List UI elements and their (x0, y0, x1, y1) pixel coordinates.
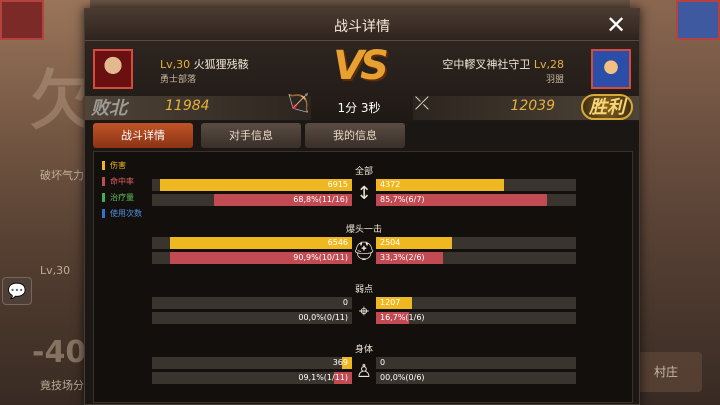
right-damage-bar: 4372 (376, 179, 576, 191)
legend-label: 命中率 (110, 177, 134, 186)
chat-icon: 💬 (7, 282, 27, 300)
left-damage-bar-fill (160, 179, 352, 191)
right-player-level: Lv,28 (533, 58, 564, 71)
right-player-avatar[interactable] (591, 49, 631, 89)
right-damage-bar-value: 0 (380, 358, 386, 367)
right-hit-bar: 00,0%(0/6) (376, 372, 576, 384)
right-hit-bar: 33,3%(2/6) (376, 252, 576, 264)
section-label: 身体 (354, 345, 373, 355)
left-hit-bar-value: 09,1%(1/11) (298, 373, 348, 382)
section-label: 全部 (354, 167, 373, 177)
left-result-badge: 败北 (91, 98, 127, 119)
title-bar: 战斗详情 ✕ (85, 9, 639, 41)
left-player-title: Lv,30 火狐狸残骸 (160, 56, 249, 72)
right-hit-bar-value: 33,3%(2/6) (380, 253, 425, 262)
close-icon: ✕ (605, 11, 627, 39)
left-damage-bar-value: 369 (332, 358, 348, 367)
village-button[interactable]: 村庄 (630, 352, 702, 392)
match-duration: 1分 3秒 (337, 101, 381, 115)
background-avatar-left (0, 0, 44, 40)
match-header: Lv,30 火狐狸残骸 勇士部落 败北 11984 🏹 VS 1分 3秒 ⤫ 空… (85, 41, 639, 121)
tab-battle-details[interactable]: 战斗详情 (93, 123, 193, 148)
left-hit-bar-value: 68,8%(11/16) (293, 195, 348, 204)
background-side-text: 破坏气力 (40, 169, 84, 182)
arrow-updown-icon: ↕ (356, 183, 372, 204)
left-hit-bar: 00,0%(0/11) (152, 312, 352, 324)
left-hit-bar-value: 00,0%(0/11) (298, 313, 348, 322)
right-hit-bar: 16,7%(1/6) (376, 312, 576, 324)
left-player-name: 火狐狸残骸 (193, 58, 249, 71)
left-hit-bar: 68,8%(11/16) (152, 194, 352, 206)
right-hit-bar-value: 85,7%(6/7) (380, 195, 425, 204)
left-player-score: 11984 (165, 98, 210, 114)
helmet-icon: ⛑ (352, 241, 376, 262)
close-button[interactable]: ✕ (601, 11, 631, 39)
left-damage-bar-value: 0 (342, 298, 348, 307)
right-damage-bar: 1207 (376, 297, 576, 309)
background-minus-text: -40 (32, 335, 87, 370)
left-player-guild: 勇士部落 (160, 75, 197, 85)
legend-swatch (102, 193, 105, 202)
left-hit-bar-value: 90,9%(10/11) (293, 253, 348, 262)
left-hit-bar: 90,9%(10/11) (152, 252, 352, 264)
legend-swatch (102, 209, 105, 218)
right-hit-bar-value: 16,7%(1/6) (380, 313, 425, 322)
left-hit-bar: 09,1%(1/11) (152, 372, 352, 384)
left-damage-bar-value: 6915 (327, 180, 348, 189)
right-player-guild: 羽盟 (545, 75, 564, 85)
right-result-badge: 胜利 (581, 94, 633, 120)
right-damage-bar-value: 2504 (380, 238, 401, 247)
right-damage-bar-value: 1207 (380, 298, 401, 307)
chat-button[interactable]: 💬 (2, 277, 32, 305)
panel-title: 战斗详情 (334, 19, 390, 35)
target-icon: ⌖ (358, 301, 370, 322)
left-damage-bar-value: 6546 (327, 238, 348, 247)
legend-label: 使用次数 (110, 209, 142, 218)
bow-icon: 🏹 (287, 93, 310, 114)
battle-detail-panel: 战斗详情 ✕ Lv,30 火狐狸残骸 勇士部落 败北 11984 🏹 VS 1分… (84, 8, 640, 405)
left-damage-bar-fill (170, 237, 352, 249)
right-hit-bar: 85,7%(6/7) (376, 194, 576, 206)
body-icon: ♙ (355, 361, 373, 382)
legend-label: 治疗量 (110, 193, 134, 202)
left-damage-bar: 0 (152, 297, 352, 309)
crossbow-icon: ⤫ (414, 93, 430, 114)
left-player-level: Lv,30 (160, 58, 191, 71)
legend-swatch (102, 161, 105, 170)
section-label: 爆头一击 (345, 225, 382, 235)
left-damage-bar: 6915 (152, 179, 352, 191)
tab-my-info[interactable]: 我的信息 (305, 123, 405, 148)
tab-opponent-info[interactable]: 对手信息 (201, 123, 301, 148)
right-player-score: 12039 (510, 98, 555, 114)
legend-item: 使用次数 (102, 208, 212, 219)
legend: 伤害 命中率 治疗量 使用次数 (102, 160, 212, 224)
section-label: 弱点 (354, 285, 373, 295)
stats-panel: 伤害 命中率 治疗量 使用次数 全部 ↕ 6915 68,8%(11/16) 4372 8… (93, 151, 633, 403)
legend-label: 伤害 (110, 161, 126, 170)
right-damage-bar: 2504 (376, 237, 576, 249)
right-damage-bar: 0 (376, 357, 576, 369)
right-hit-bar-value: 00,0%(0/6) (380, 373, 425, 382)
right-damage-bar-value: 4372 (380, 180, 401, 189)
legend-item: 伤害 (102, 160, 212, 171)
background-arena-text: 竟技场分 (40, 379, 84, 392)
background-avatar-right (676, 0, 720, 40)
background-level-text: Lv,30 (40, 264, 71, 277)
legend-swatch (102, 177, 105, 186)
tab-bar: 战斗详情 对手信息 我的信息 (93, 123, 633, 148)
background-right-art (630, 0, 720, 405)
left-damage-bar: 6546 (152, 237, 352, 249)
right-player-name: 空中轇叉神社守卫 (442, 58, 531, 71)
left-player-avatar[interactable] (93, 49, 133, 89)
vs-logo: VS (333, 43, 389, 89)
right-player-title: 空中轇叉神社守卫 Lv,28 (442, 56, 564, 72)
left-damage-bar: 369 (152, 357, 352, 369)
